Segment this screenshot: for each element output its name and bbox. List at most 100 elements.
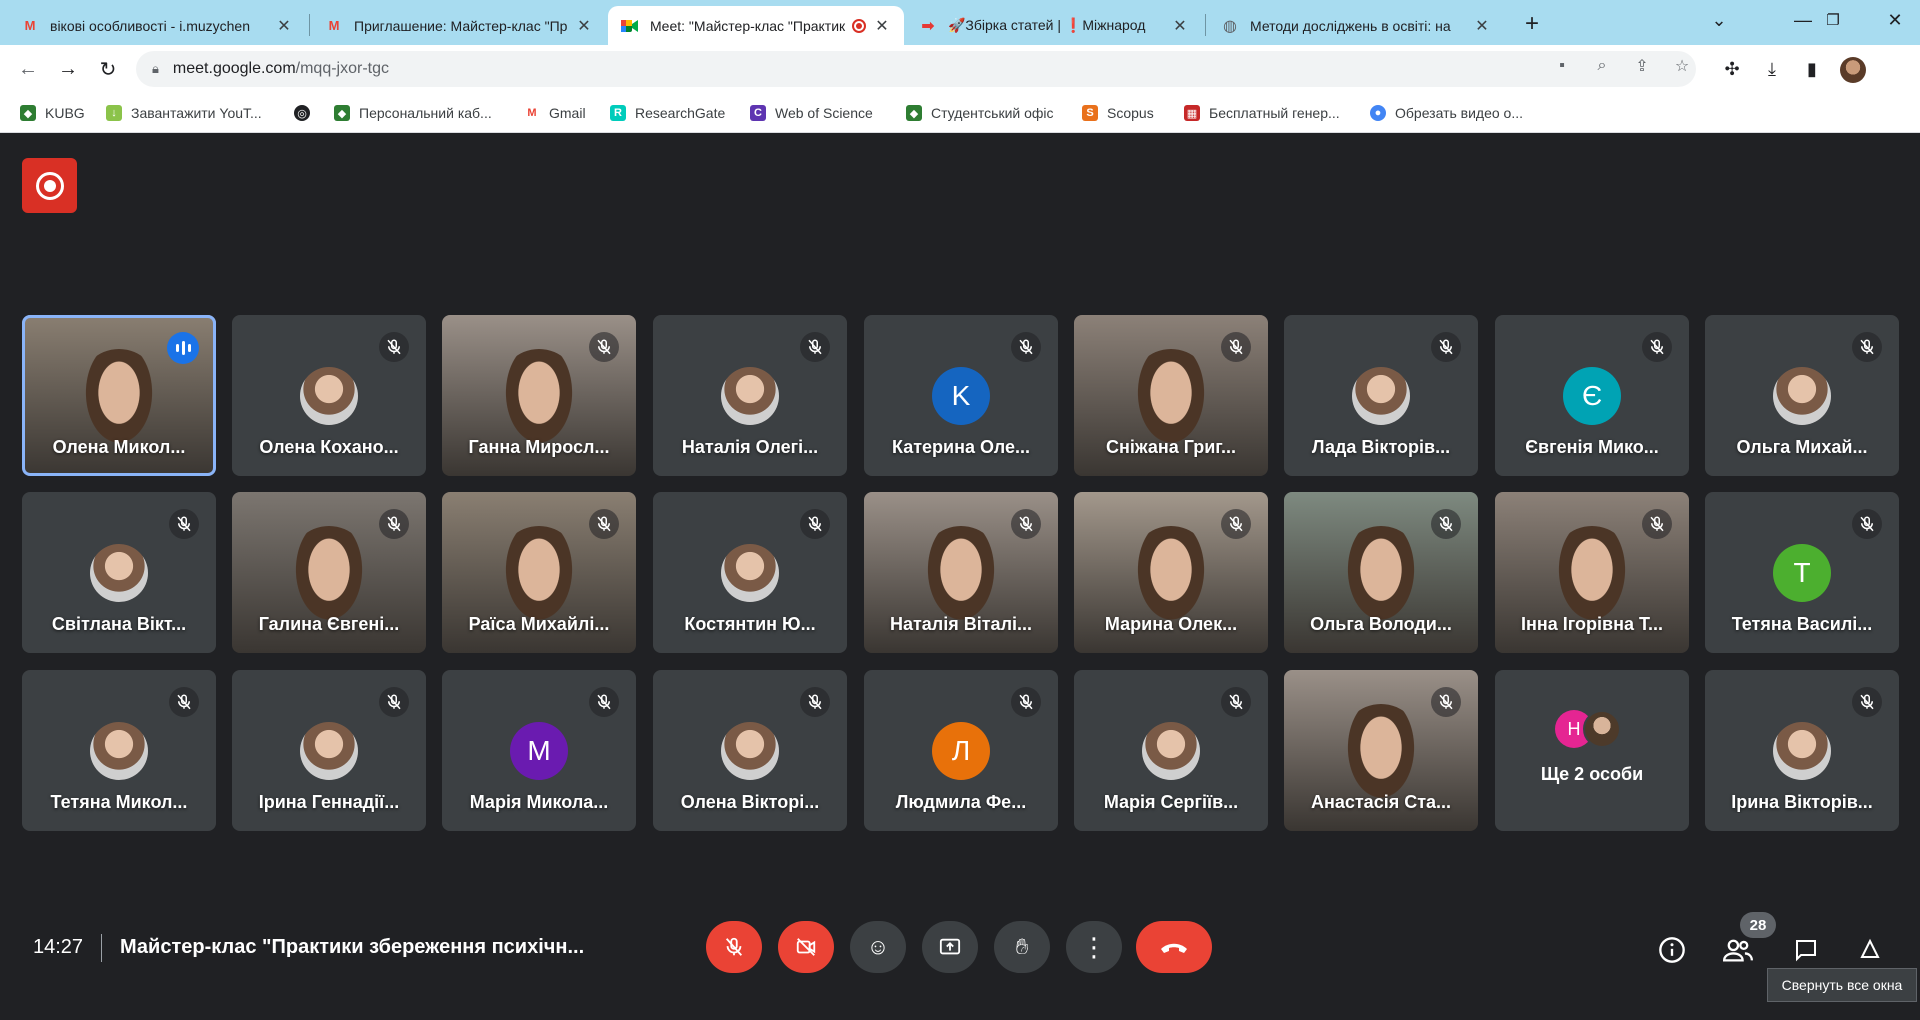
clock: 14:27 [33,936,84,958]
globe-icon: ◍ [1223,17,1237,35]
people-icon[interactable] [1722,934,1754,966]
participant-tile[interactable]: H Ще 2 особи [1495,670,1689,831]
close-icon[interactable]: ✕ [1472,16,1492,36]
forward-icon[interactable]: → [54,55,82,83]
share-icon[interactable]: ⇪ [1631,55,1653,77]
leave-call-button[interactable] [1136,921,1212,973]
meeting-details-info-icon[interactable] [1656,934,1688,966]
bookmark-researchgate[interactable]: R ResearchGate [610,102,725,124]
reactions-button[interactable]: ☺ [850,921,906,973]
bookmark-personal-cabinet[interactable]: ◆ Персональний каб... [334,102,492,124]
participant-tile[interactable]: Тетяна Микол... [22,670,216,831]
participant-tile[interactable]: Олена Микол... [22,315,216,476]
meeting-title[interactable]: Майстер-клас "Практики збереження психіч… [120,936,640,959]
close-icon[interactable]: ✕ [1170,16,1190,36]
mic-off-icon [1852,332,1882,362]
bookmark-video-cutter[interactable]: ● Обрезать видео о... [1370,102,1523,124]
present-screen-button[interactable] [922,921,978,973]
tab-meet[interactable]: Meet: "Майстер-клас "Практики ✕ [608,6,904,45]
close-icon[interactable]: ✕ [872,16,892,36]
participant-tile[interactable]: Ольга Володи... [1284,492,1478,653]
participant-tile[interactable]: Світлана Вікт... [22,492,216,653]
camera-icon[interactable]: ▪ [1551,55,1573,77]
bookmark-youtube-downloader[interactable]: ↓ Завантажити YouT... [106,102,262,124]
participant-tile[interactable]: Ірина Геннадії... [232,670,426,831]
camera-toggle-button[interactable] [778,921,834,973]
participant-name: Галина Євгені... [258,614,400,634]
profile-avatar[interactable] [1840,57,1866,83]
recording-badge[interactable] [22,158,77,213]
participant-tile[interactable]: Олена Кохано... [232,315,426,476]
bookmark-student-office[interactable]: ◆ Студентський офіс [906,102,1054,124]
participant-tile[interactable]: Л Людмила Фе... [864,670,1058,831]
participant-tile[interactable]: Наталія Віталі... [864,492,1058,653]
tab-gmail-1[interactable]: M вікові особливості - i.muzychen ✕ [8,6,306,45]
activities-icon[interactable] [1854,934,1886,966]
bookmark-scopus[interactable]: S Scopus [1082,102,1154,124]
lock-icon[interactable]: 🔒︎ [152,61,159,77]
tab-research-methods[interactable]: ◍ Методи досліджень в освіті: на ✕ [1208,6,1504,45]
participant-tile[interactable]: Ганна Миросл... [442,315,636,476]
participant-tile[interactable]: Лада Вікторів... [1284,315,1478,476]
participant-name: Раїса Михайлі... [468,614,610,634]
participant-tile[interactable]: Раїса Михайлі... [442,492,636,653]
divider [101,934,102,962]
tab-gmail-2[interactable]: M Приглашение: Майстер-клас "Пра ✕ [312,6,606,45]
participant-name: Ганна Миросл... [468,437,610,457]
zoom-icon[interactable]: ⌕ [1591,55,1613,77]
tab-title: Методи досліджень в освіті: на [1250,17,1451,34]
participant-tile[interactable]: Олена Вікторі... [653,670,847,831]
tab-title: 🚀Збірка статей | ❗Міжнарод [948,17,1146,33]
chat-icon[interactable] [1790,934,1822,966]
participant-name: Ольга Михай... [1736,437,1868,457]
participant-tile[interactable]: Наталія Олегі... [653,315,847,476]
mic-off-icon [1221,332,1251,362]
bookmark-qr-generator[interactable]: ▦ Бесплатный генер... [1184,102,1340,124]
participant-tile[interactable]: Є Євгенія Мико... [1495,315,1689,476]
participant-tile[interactable]: Ірина Вікторів... [1705,670,1899,831]
raise-hand-button[interactable]: ✋︎ [994,921,1050,973]
participant-name: Костянтин Ю... [684,614,816,634]
participant-name: Марія Микола... [469,792,609,812]
bookmark-web-of-science[interactable]: C Web of Science [750,102,873,124]
participant-tile[interactable]: Костянтин Ю... [653,492,847,653]
participant-tile[interactable]: T Тетяна Василі... [1705,492,1899,653]
close-window-icon[interactable]: ✕ [1870,0,1920,40]
tab-title: вікові особливості - i.muzychen [50,17,250,34]
participant-tile[interactable]: Марина Олек... [1074,492,1268,653]
bookmark-kubg[interactable]: ◆ KUBG [20,102,85,124]
kubg-icon: ◆ [334,105,350,121]
more-options-button[interactable]: ⋮ [1066,921,1122,973]
speaking-indicator-icon [167,332,199,364]
participant-avatar [300,367,358,425]
qr-code-icon: ▦ [1184,105,1200,121]
close-icon[interactable]: ✕ [274,16,294,36]
restore-icon[interactable]: ❐ [1808,0,1858,40]
participant-avatar [1142,722,1200,780]
download-icon[interactable]: ⤓ [1760,57,1784,81]
bookmark-globe[interactable]: ◎ [294,102,319,124]
side-panel-icon[interactable]: ▮ [1800,57,1824,81]
participant-tile[interactable]: Ольга Михай... [1705,315,1899,476]
participant-tile[interactable]: K Катерина Оле... [864,315,1058,476]
participant-avatar: Є [1563,367,1621,425]
participant-tile[interactable]: M Марія Микола... [442,670,636,831]
tab-article-collection[interactable]: ➡ 🚀Збірка статей | ❗Міжнарод ✕ [906,6,1202,45]
mic-toggle-button[interactable] [706,921,762,973]
participant-tile[interactable]: Галина Євгені... [232,492,426,653]
new-tab-button[interactable]: + [1518,10,1546,38]
participant-tile[interactable]: Марія Сергіїв... [1074,670,1268,831]
reload-icon[interactable]: ↻ [94,55,122,83]
extensions-icon[interactable]: ✣ [1720,57,1744,81]
participant-tile[interactable]: Сніжана Григ... [1074,315,1268,476]
bookmark-gmail[interactable]: M Gmail [524,102,586,124]
participant-avatar [90,722,148,780]
tab-search-chevron-icon[interactable]: ⌄ [1694,0,1744,40]
participant-tile[interactable]: Анастасія Ста... [1284,670,1478,831]
close-icon[interactable]: ✕ [574,16,594,36]
bookmark-star-icon[interactable]: ☆ [1671,55,1693,77]
more-participants-label: Ще 2 особи [1540,764,1644,784]
participant-tile[interactable]: Інна Ігорівна Т... [1495,492,1689,653]
back-icon[interactable]: ← [14,55,42,83]
address-bar[interactable]: 🔒︎ meet.google.com/mqq-jxor-tgc [136,51,1696,87]
